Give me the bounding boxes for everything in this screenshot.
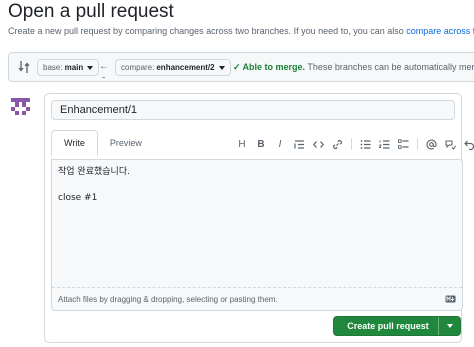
reference-button[interactable]: [441, 136, 459, 152]
italic-icon: I: [278, 138, 282, 150]
tab-write[interactable]: Write: [51, 130, 98, 156]
merge-status: ✓ Able to merge. These branches can be au…: [233, 62, 474, 73]
chevron-down-icon: [87, 65, 94, 70]
toolbar-divider: [351, 138, 352, 150]
quote-button[interactable]: [290, 136, 308, 152]
pr-title-input[interactable]: [51, 100, 455, 120]
heading-button[interactable]: H: [233, 136, 251, 152]
attach-files-bar[interactable]: Attach files by dragging & dropping, sel…: [52, 287, 462, 310]
compare-across-forks-link[interactable]: compare across fo: [406, 26, 474, 36]
undo-button[interactable]: [460, 136, 474, 152]
markdown-icon: [445, 295, 456, 303]
markdown-toolbar: H B I: [233, 136, 474, 152]
identicon-icon: [8, 94, 33, 119]
code-button[interactable]: [309, 136, 327, 152]
base-branch-name: main: [64, 63, 84, 72]
merge-status-message: These branches can be automatically merg: [305, 62, 474, 72]
mention-button[interactable]: [422, 136, 440, 152]
heading-icon: H: [238, 138, 246, 150]
chevron-down-icon: [218, 65, 225, 70]
create-pull-request-label: Create pull request: [347, 321, 429, 331]
branch-range-bar: base: main ← ... compare: enhancement/2 ✓ A…: [8, 52, 474, 82]
create-pull-request-button[interactable]: Create pull request: [333, 316, 461, 336]
check-icon: ✓: [233, 62, 241, 72]
compare-arrows-icon: [18, 61, 30, 73]
undo-icon: [463, 140, 474, 150]
merge-status-label: Able to merge.: [242, 62, 306, 72]
ordered-list-button[interactable]: [375, 136, 393, 152]
page-title: Open a pull request: [8, 1, 174, 22]
bold-button[interactable]: B: [252, 136, 270, 152]
page-subtitle: Create a new pull request by comparing c…: [8, 26, 474, 36]
code-icon: [312, 140, 324, 148]
range-dots: ...: [101, 71, 106, 80]
link-button[interactable]: [328, 136, 346, 152]
pull-request-form: Write Preview H B I: [44, 93, 474, 343]
compare-branch-select[interactable]: compare: enhancement/2: [115, 59, 231, 76]
italic-button[interactable]: I: [271, 136, 289, 152]
create-options-dropdown[interactable]: [438, 317, 460, 335]
quote-icon: [293, 139, 304, 149]
base-label: base:: [43, 63, 63, 72]
toolbar-divider: [417, 138, 418, 150]
compare-label: compare:: [121, 63, 155, 72]
compare-branch-name: enhancement/2: [156, 63, 215, 72]
unordered-list-button[interactable]: [356, 136, 374, 152]
bold-icon: B: [257, 138, 265, 150]
task-list-icon: [397, 138, 408, 149]
task-list-button[interactable]: [394, 136, 412, 152]
editor-area: Attach files by dragging & dropping, sel…: [51, 159, 463, 311]
mention-icon: [425, 138, 437, 150]
attach-files-text: Attach files by dragging & dropping, sel…: [58, 294, 278, 304]
cross-reference-icon: [445, 140, 456, 150]
ordered-list-icon: [378, 139, 389, 149]
pr-body-textarea[interactable]: [52, 160, 462, 288]
chevron-down-icon: [446, 324, 453, 328]
base-branch-select[interactable]: base: main: [37, 59, 100, 76]
subtitle-text: Create a new pull request by comparing c…: [8, 26, 407, 36]
unordered-list-icon: [360, 139, 370, 149]
editor-tabs: Write Preview: [51, 130, 154, 156]
tab-preview[interactable]: Preview: [98, 130, 154, 156]
avatar[interactable]: [8, 94, 33, 119]
link-icon: [332, 139, 342, 149]
